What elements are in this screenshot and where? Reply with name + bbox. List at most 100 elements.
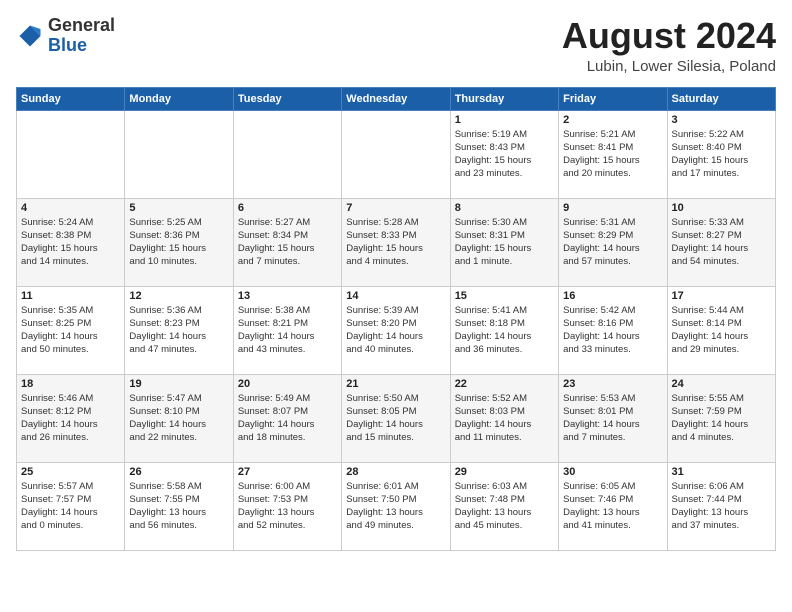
logo-blue-text: Blue	[48, 35, 87, 55]
day-number: 17	[672, 290, 771, 302]
day-number: 25	[21, 466, 120, 478]
day-number: 21	[346, 378, 445, 390]
day-info: Sunrise: 5:31 AM Sunset: 8:29 PM Dayligh…	[563, 216, 662, 269]
page-header: General Blue August 2024 Lubin, Lower Si…	[16, 16, 776, 75]
day-number: 5	[129, 202, 228, 214]
day-number: 29	[455, 466, 554, 478]
calendar-cell	[17, 110, 125, 198]
day-number: 14	[346, 290, 445, 302]
day-number: 24	[672, 378, 771, 390]
day-number: 16	[563, 290, 662, 302]
logo-general-text: General	[48, 15, 115, 35]
logo-icon	[16, 22, 44, 50]
day-number: 3	[672, 114, 771, 126]
calendar-cell	[125, 110, 233, 198]
calendar-cell: 8 Sunrise: 5:30 AM Sunset: 8:31 PM Daylig…	[450, 198, 558, 286]
calendar-cell: 12 Sunrise: 5:36 AM Sunset: 8:23 PM Dayli…	[125, 286, 233, 374]
calendar-cell: 16 Sunrise: 5:42 AM Sunset: 8:16 PM Dayli…	[559, 286, 667, 374]
day-info: Sunrise: 5:53 AM Sunset: 8:01 PM Dayligh…	[563, 392, 662, 445]
day-number: 19	[129, 378, 228, 390]
day-info: Sunrise: 5:52 AM Sunset: 8:03 PM Dayligh…	[455, 392, 554, 445]
calendar-cell: 26Sunrise: 5:58 AM Sunset: 7:55 PM Dayli…	[125, 462, 233, 550]
calendar-cell: 18 Sunrise: 5:46 AM Sunset: 8:12 PM Dayli…	[17, 374, 125, 462]
calendar-cell: 27 Sunrise: 6:00 AM Sunset: 7:53 PM Dayli…	[233, 462, 341, 550]
day-number: 7	[346, 202, 445, 214]
week-row-1: 1 Sunrise: 5:19 AM Sunset: 8:43 PM Daylig…	[17, 110, 776, 198]
weekday-header-friday: Friday	[559, 87, 667, 110]
day-info: Sunrise: 5:55 AM Sunset: 7:59 PM Dayligh…	[672, 392, 771, 445]
day-number: 4	[21, 202, 120, 214]
day-info: Sunrise: 5:35 AM Sunset: 8:25 PM Dayligh…	[21, 304, 120, 357]
calendar-cell: 3 Sunrise: 5:22 AM Sunset: 8:40 PM Daylig…	[667, 110, 775, 198]
calendar-cell: 15 Sunrise: 5:41 AM Sunset: 8:18 PM Dayli…	[450, 286, 558, 374]
calendar-cell	[233, 110, 341, 198]
day-info: Sunrise: 6:06 AM Sunset: 7:44 PM Dayligh…	[672, 480, 771, 533]
day-number: 9	[563, 202, 662, 214]
calendar-cell: 28Sunrise: 6:01 AM Sunset: 7:50 PM Dayli…	[342, 462, 450, 550]
day-number: 20	[238, 378, 337, 390]
day-info: Sunrise: 5:49 AM Sunset: 8:07 PM Dayligh…	[238, 392, 337, 445]
weekday-header-wednesday: Wednesday	[342, 87, 450, 110]
calendar-cell: 20 Sunrise: 5:49 AM Sunset: 8:07 PM Dayli…	[233, 374, 341, 462]
day-number: 31	[672, 466, 771, 478]
calendar-cell	[342, 110, 450, 198]
calendar-cell: 29 Sunrise: 6:03 AM Sunset: 7:48 PM Dayli…	[450, 462, 558, 550]
day-number: 6	[238, 202, 337, 214]
day-number: 23	[563, 378, 662, 390]
week-row-2: 4 Sunrise: 5:24 AM Sunset: 8:38 PM Daylig…	[17, 198, 776, 286]
day-number: 8	[455, 202, 554, 214]
day-info: Sunrise: 5:28 AM Sunset: 8:33 PM Dayligh…	[346, 216, 445, 269]
calendar-cell: 31 Sunrise: 6:06 AM Sunset: 7:44 PM Dayli…	[667, 462, 775, 550]
calendar-cell: 7 Sunrise: 5:28 AM Sunset: 8:33 PM Daylig…	[342, 198, 450, 286]
title-block: August 2024 Lubin, Lower Silesia, Poland	[562, 16, 776, 75]
day-info: Sunrise: 5:42 AM Sunset: 8:16 PM Dayligh…	[563, 304, 662, 357]
day-number: 12	[129, 290, 228, 302]
calendar-cell: 30Sunrise: 6:05 AM Sunset: 7:46 PM Dayli…	[559, 462, 667, 550]
day-info: Sunrise: 5:36 AM Sunset: 8:23 PM Dayligh…	[129, 304, 228, 357]
day-number: 2	[563, 114, 662, 126]
calendar-cell: 2 Sunrise: 5:21 AM Sunset: 8:41 PM Daylig…	[559, 110, 667, 198]
day-number: 27	[238, 466, 337, 478]
day-info: Sunrise: 5:39 AM Sunset: 8:20 PM Dayligh…	[346, 304, 445, 357]
weekday-header-tuesday: Tuesday	[233, 87, 341, 110]
day-number: 11	[21, 290, 120, 302]
week-row-3: 11 Sunrise: 5:35 AM Sunset: 8:25 PM Dayli…	[17, 286, 776, 374]
weekday-header-thursday: Thursday	[450, 87, 558, 110]
day-number: 26	[129, 466, 228, 478]
day-info: Sunrise: 5:24 AM Sunset: 8:38 PM Dayligh…	[21, 216, 120, 269]
day-number: 15	[455, 290, 554, 302]
calendar-cell: 6Sunrise: 5:27 AM Sunset: 8:34 PM Daylig…	[233, 198, 341, 286]
calendar-cell: 22 Sunrise: 5:52 AM Sunset: 8:03 PM Dayli…	[450, 374, 558, 462]
day-number: 18	[21, 378, 120, 390]
day-info: Sunrise: 5:22 AM Sunset: 8:40 PM Dayligh…	[672, 128, 771, 181]
calendar-cell: 24 Sunrise: 5:55 AM Sunset: 7:59 PM Dayli…	[667, 374, 775, 462]
day-number: 1	[455, 114, 554, 126]
day-info: Sunrise: 5:33 AM Sunset: 8:27 PM Dayligh…	[672, 216, 771, 269]
weekday-header-saturday: Saturday	[667, 87, 775, 110]
weekday-header-sunday: Sunday	[17, 87, 125, 110]
day-info: Sunrise: 5:46 AM Sunset: 8:12 PM Dayligh…	[21, 392, 120, 445]
day-info: Sunrise: 6:01 AM Sunset: 7:50 PM Dayligh…	[346, 480, 445, 533]
day-info: Sunrise: 5:30 AM Sunset: 8:31 PM Dayligh…	[455, 216, 554, 269]
day-info: Sunrise: 6:00 AM Sunset: 7:53 PM Dayligh…	[238, 480, 337, 533]
weekday-header-row: SundayMondayTuesdayWednesdayThursdayFrid…	[17, 87, 776, 110]
logo: General Blue	[16, 16, 115, 56]
calendar-cell: 1 Sunrise: 5:19 AM Sunset: 8:43 PM Daylig…	[450, 110, 558, 198]
calendar-table: SundayMondayTuesdayWednesdayThursdayFrid…	[16, 87, 776, 551]
day-info: Sunrise: 6:03 AM Sunset: 7:48 PM Dayligh…	[455, 480, 554, 533]
calendar-cell: 19Sunrise: 5:47 AM Sunset: 8:10 PM Dayli…	[125, 374, 233, 462]
week-row-5: 25 Sunrise: 5:57 AM Sunset: 7:57 PM Dayli…	[17, 462, 776, 550]
day-info: Sunrise: 5:19 AM Sunset: 8:43 PM Dayligh…	[455, 128, 554, 181]
day-info: Sunrise: 6:05 AM Sunset: 7:46 PM Dayligh…	[563, 480, 662, 533]
day-info: Sunrise: 5:25 AM Sunset: 8:36 PM Dayligh…	[129, 216, 228, 269]
calendar-cell: 14 Sunrise: 5:39 AM Sunset: 8:20 PM Dayli…	[342, 286, 450, 374]
day-info: Sunrise: 5:41 AM Sunset: 8:18 PM Dayligh…	[455, 304, 554, 357]
day-info: Sunrise: 5:21 AM Sunset: 8:41 PM Dayligh…	[563, 128, 662, 181]
calendar-cell: 9 Sunrise: 5:31 AM Sunset: 8:29 PM Daylig…	[559, 198, 667, 286]
day-number: 10	[672, 202, 771, 214]
calendar-cell: 5 Sunrise: 5:25 AM Sunset: 8:36 PM Daylig…	[125, 198, 233, 286]
day-number: 13	[238, 290, 337, 302]
calendar-cell: 25 Sunrise: 5:57 AM Sunset: 7:57 PM Dayli…	[17, 462, 125, 550]
day-info: Sunrise: 5:57 AM Sunset: 7:57 PM Dayligh…	[21, 480, 120, 533]
day-number: 22	[455, 378, 554, 390]
